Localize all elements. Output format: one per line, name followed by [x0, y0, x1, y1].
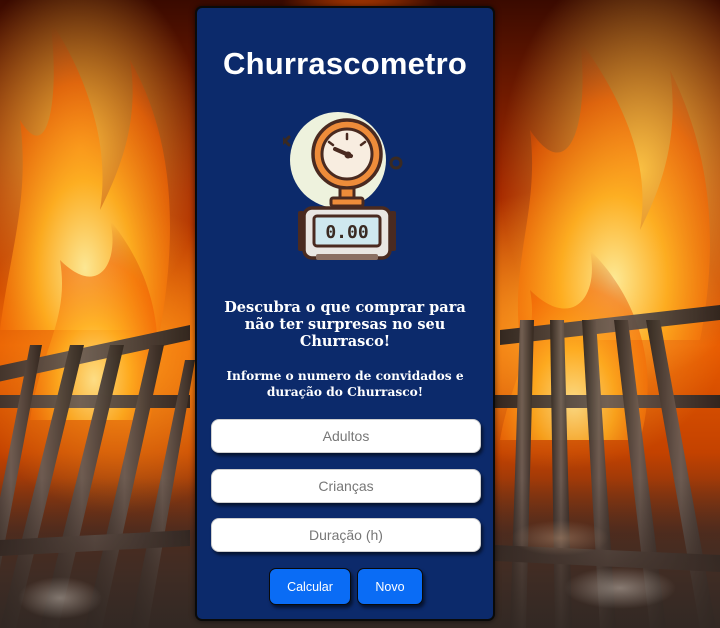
adults-input[interactable]: [211, 419, 481, 453]
scale-display-value: 0.00: [325, 222, 368, 243]
sparkle-decoration: [279, 135, 291, 147]
duration-input[interactable]: [211, 518, 481, 552]
calculator-card: Churrascometro 0.00 Descubra o que compr…: [195, 6, 495, 621]
tagline: Descubra o que comprar para não ter surp…: [224, 299, 466, 350]
instructions-text: Informe o numero de convidados e duração…: [226, 369, 464, 399]
page-title: Churrascometro: [223, 46, 467, 81]
calculate-button[interactable]: Calcular: [269, 568, 351, 605]
children-input[interactable]: [211, 469, 481, 503]
new-button[interactable]: Novo: [357, 568, 423, 605]
pressure-gauge-scale-icon: 0.00: [279, 112, 409, 266]
